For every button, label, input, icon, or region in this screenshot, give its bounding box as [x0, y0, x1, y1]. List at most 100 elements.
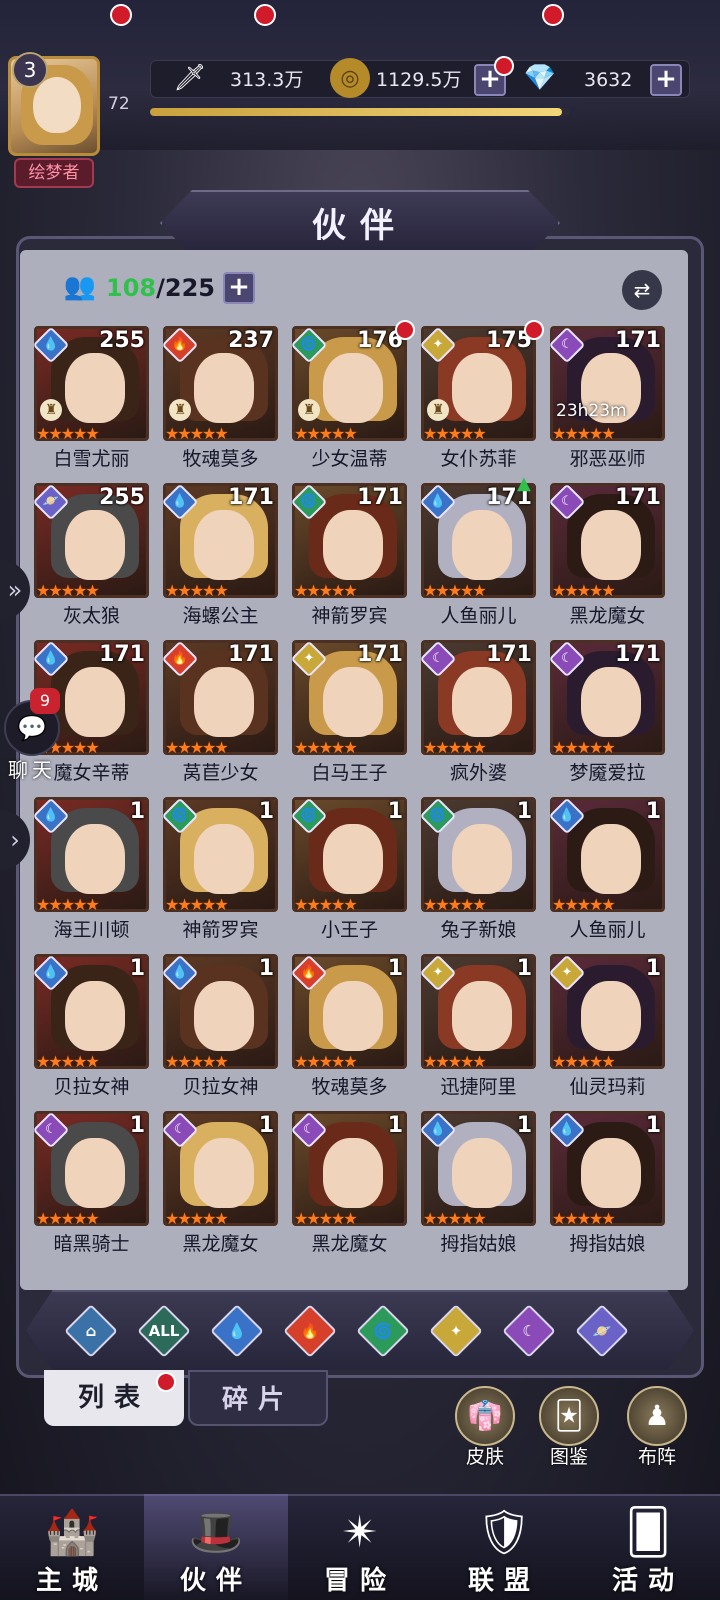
- wind-element-glyph: 🌀: [300, 808, 318, 823]
- partner-card[interactable]: 💧 1 ★★★★★ 海王川顿: [32, 797, 149, 941]
- upgrade-arrow-icon: ▲: [517, 473, 531, 494]
- light-element-glyph: ✦: [561, 965, 573, 980]
- nav-alliance[interactable]: 🛡 联盟: [432, 1494, 576, 1600]
- chat-bubble-icon: 💬: [17, 714, 47, 742]
- partner-card[interactable]: ☾ 1 ★★★★★ 黑龙魔女: [161, 1111, 278, 1255]
- portrait-face: [581, 1138, 641, 1208]
- all-filter[interactable]: ALL: [137, 1304, 191, 1358]
- cards-icon: 🂠: [625, 1507, 671, 1558]
- partner-card[interactable]: ☾ 1 ★★★★★ 黑龙魔女: [290, 1111, 407, 1255]
- partner-level: 171: [99, 642, 145, 667]
- partner-card[interactable]: 💧 1 ★★★★★ 贝拉女神: [32, 954, 149, 1098]
- portrait-face: [323, 510, 383, 580]
- portrait-face: [323, 824, 383, 894]
- partner-card[interactable]: 🔥 237 ★★★★★ ♜ 牧魂莫多: [161, 326, 278, 470]
- dark-filter[interactable]: ☾: [502, 1304, 556, 1358]
- tab-list-notify-dot: [156, 1372, 176, 1392]
- partner-name: 拇指姑娘: [569, 1233, 646, 1255]
- chat-label: 聊天: [8, 758, 56, 782]
- add-gems-button[interactable]: +: [650, 64, 682, 96]
- partner-card[interactable]: 💧 1 ★★★★★ 拇指姑娘: [548, 1111, 665, 1255]
- partner-card[interactable]: 🔥 1 ★★★★★ 牧魂莫多: [290, 954, 407, 1098]
- exp-bar: [150, 108, 570, 116]
- partner-card[interactable]: 💧 1 ★★★★★ 贝拉女神: [161, 954, 278, 1098]
- nav-partner-label: 伙伴: [179, 1566, 252, 1596]
- portrait-face: [65, 353, 125, 423]
- partner-card[interactable]: ☾ 171 ★★★★★ 23h23m 邪恶巫师: [548, 326, 665, 470]
- void-filter[interactable]: 🪐: [575, 1304, 629, 1358]
- portrait-face: [65, 667, 125, 737]
- chevron-right-icon: ›: [10, 826, 20, 854]
- partner-name: 兔子新娘: [440, 919, 517, 941]
- partner-card[interactable]: 🌀 1 ★★★★★ 神箭罗宾: [161, 797, 278, 941]
- partner-card[interactable]: 🌀 171 ★★★★★ 神箭罗宾: [290, 483, 407, 627]
- water-element-glyph: 💧: [558, 1122, 576, 1137]
- skin-button[interactable]: 👘 皮肤: [450, 1386, 520, 1469]
- expand-roster-button[interactable]: +: [222, 272, 255, 304]
- partner-level: 171: [357, 485, 403, 510]
- partner-card[interactable]: 🔥 171 ★★★★★ 莴苣少女: [161, 640, 278, 784]
- partner-card[interactable]: ✦ 175 ★★★★★ ♜ 女仆苏菲: [419, 320, 544, 470]
- partner-card[interactable]: 🪐 255 ★★★★★ 灰太狼: [32, 483, 149, 627]
- partner-card[interactable]: ☾ 171 ★★★★★ 疯外婆: [419, 640, 536, 784]
- codex-button[interactable]: 🃏 图鉴: [534, 1386, 604, 1469]
- water-element-glyph: 💧: [42, 965, 60, 980]
- partner-card[interactable]: ☾ 171 ★★★★★ 黑龙魔女: [548, 483, 665, 627]
- partner-card[interactable]: ✦ 171 ★★★★★ 白马王子: [290, 640, 407, 784]
- partner-card[interactable]: 🌀 1 ★★★★★ 兔子新娘: [419, 797, 536, 941]
- wind-filter[interactable]: 🌀: [356, 1304, 410, 1358]
- partner-card[interactable]: ☾ 171 ★★★★★ 梦魇爱拉: [548, 640, 665, 784]
- fire-filter[interactable]: 🔥: [283, 1304, 337, 1358]
- partner-card[interactable]: ✦ 1 ★★★★★ 迅捷阿里: [419, 954, 536, 1098]
- player-vip-level: 72: [108, 94, 130, 114]
- exp-bar-fill: [150, 108, 562, 116]
- diamond-icon: 💎: [523, 63, 557, 93]
- nav-city[interactable]: 🏰 主城: [0, 1494, 144, 1600]
- nav-alliance-label: 联盟: [467, 1566, 540, 1596]
- partner-card[interactable]: ☾ 1 ★★★★★ 暗黑骑士: [32, 1111, 149, 1255]
- player-title-badge[interactable]: 绘梦者: [14, 158, 94, 188]
- filter-label: ALL: [148, 1322, 180, 1340]
- nav-partner[interactable]: 🎩 伙伴: [144, 1494, 288, 1600]
- partner-name: 黑龙魔女: [569, 605, 646, 627]
- water-filter[interactable]: 💧: [210, 1304, 264, 1358]
- tab-fragments[interactable]: 碎片: [188, 1370, 328, 1426]
- portrait-face: [581, 824, 641, 894]
- partner-name: 牧魂莫多: [182, 448, 259, 470]
- partner-level: 1: [516, 956, 532, 981]
- wind-element-glyph: 🌀: [429, 808, 447, 823]
- portrait-face: [452, 510, 512, 580]
- home-filter[interactable]: ⌂: [64, 1304, 118, 1358]
- partner-card[interactable]: 💧 171 ★★★★★ ▲ 人鱼丽儿: [419, 473, 536, 627]
- portrait-face: [452, 353, 512, 423]
- roster-count-text: 108/225: [106, 274, 215, 302]
- skin-label: 皮肤: [465, 1446, 504, 1468]
- partner-name: 灰太狼: [62, 605, 120, 627]
- partner-card[interactable]: 💧 1 ★★★★★ 人鱼丽儿: [548, 797, 665, 941]
- partner-name: 邪恶巫师: [569, 448, 646, 470]
- light-element-glyph: ✦: [432, 337, 444, 352]
- partner-name: 贝拉女神: [53, 1076, 130, 1098]
- dark-element-glyph: ☾: [45, 1122, 57, 1137]
- partner-name: 疯外婆: [449, 762, 507, 784]
- partner-card[interactable]: 💧 171 ★★★★★ 海螺公主: [161, 483, 278, 627]
- gold-coin-icon: ◎: [330, 58, 370, 98]
- light-filter[interactable]: ✦: [429, 1304, 483, 1358]
- partner-card[interactable]: 🌀 1 ★★★★★ 小王子: [290, 797, 407, 941]
- partner-card[interactable]: ✦ 1 ★★★★★ 仙灵玛莉: [548, 954, 665, 1098]
- wind-element-glyph: 🌀: [300, 337, 318, 352]
- sort-toggle-button[interactable]: ⇄: [622, 270, 662, 310]
- formation-button[interactable]: ♟ 布阵: [622, 1386, 692, 1469]
- portrait-face: [323, 1138, 383, 1208]
- partner-name: 神箭罗宾: [311, 605, 388, 627]
- roster-capacity: /225: [156, 274, 215, 302]
- nav-events[interactable]: 🂠 活动: [576, 1494, 720, 1600]
- partner-name: 暗黑骑士: [53, 1233, 130, 1255]
- partner-level: 1: [258, 956, 274, 981]
- partner-card[interactable]: 💧 255 ★★★★★ ♜ 白雪尤丽: [32, 326, 149, 470]
- filter-glyph: 🔥: [300, 1322, 320, 1340]
- nav-adventure[interactable]: ✴ 冒险: [288, 1494, 432, 1600]
- wind-element-glyph: 🌀: [300, 494, 318, 509]
- partner-card[interactable]: 🌀 176 ★★★★★ ♜ 少女温蒂: [290, 320, 415, 470]
- partner-card[interactable]: 💧 1 ★★★★★ 拇指姑娘: [419, 1111, 536, 1255]
